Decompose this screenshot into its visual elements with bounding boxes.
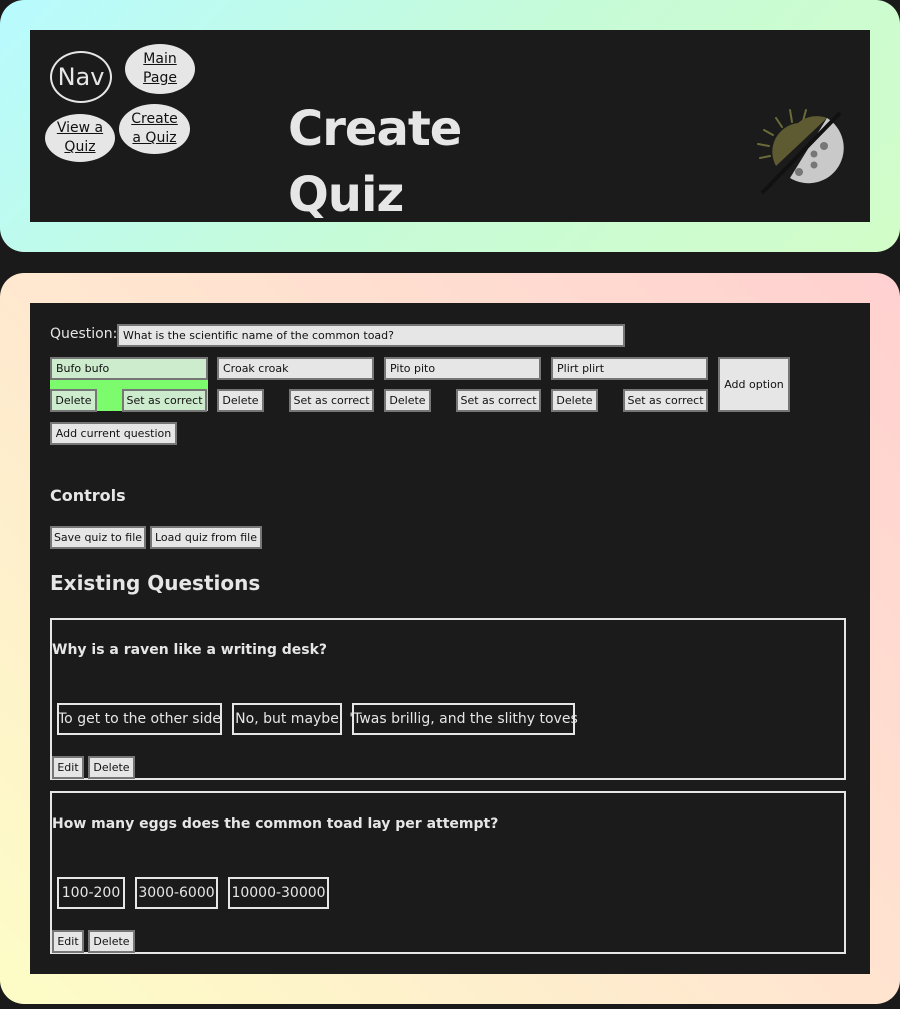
set-correct-button[interactable]: Set as correct <box>456 389 541 412</box>
answer-box: 100-200 <box>57 877 125 909</box>
option-input[interactable]: Bufo bufo <box>50 357 208 380</box>
edit-question-button[interactable]: Edit <box>52 756 84 779</box>
load-quiz-button[interactable]: Load quiz from file <box>150 526 262 549</box>
option-input[interactable]: Pito pito <box>384 357 541 380</box>
set-correct-button[interactable]: Set as correct <box>122 389 207 412</box>
edit-question-button[interactable]: Edit <box>52 930 84 953</box>
set-correct-button[interactable]: Set as correct <box>623 389 708 412</box>
question-text: Why is a raven like a writing desk? <box>52 642 328 658</box>
question-input[interactable]: What is the scientific name of the commo… <box>117 324 625 347</box>
set-correct-button[interactable]: Set as correct <box>289 389 374 412</box>
save-quiz-button[interactable]: Save quiz to file <box>50 526 146 549</box>
controls-heading: Controls <box>50 486 126 505</box>
view-quiz-link[interactable]: View a Quiz <box>45 114 115 162</box>
option-delete-button[interactable]: Delete <box>217 389 264 412</box>
answer-box: No, but maybe <box>232 703 342 735</box>
create-quiz-link[interactable]: Create a Quiz <box>119 104 190 154</box>
nav-button[interactable]: Nav <box>50 51 112 103</box>
add-option-button[interactable]: Add option <box>718 357 790 412</box>
option-delete-button[interactable]: Delete <box>50 389 97 412</box>
delete-question-button[interactable]: Delete <box>88 930 135 953</box>
option-delete-button[interactable]: Delete <box>384 389 431 412</box>
answer-box: 3000-6000 <box>135 877 218 909</box>
page-title: Create Quiz <box>288 101 462 223</box>
option-input[interactable]: Plirt plirt <box>551 357 708 380</box>
add-question-button[interactable]: Add current question <box>50 422 177 445</box>
delete-question-button[interactable]: Delete <box>88 756 135 779</box>
main-page-link[interactable]: Main Page <box>125 44 195 94</box>
existing-questions-heading: Existing Questions <box>50 571 261 595</box>
option-input[interactable]: Croak croak <box>217 357 374 380</box>
question-text: How many eggs does the common toad lay p… <box>52 816 499 832</box>
answer-box: 10000-30000 <box>228 877 329 909</box>
answer-box: To get to the other side <box>57 703 222 735</box>
question-label: Question: <box>50 326 118 342</box>
sun-moon-toggle-icon[interactable] <box>754 106 844 198</box>
option-delete-button[interactable]: Delete <box>551 389 598 412</box>
answer-box: 'Twas brillig, and the slithy toves <box>349 703 578 735</box>
